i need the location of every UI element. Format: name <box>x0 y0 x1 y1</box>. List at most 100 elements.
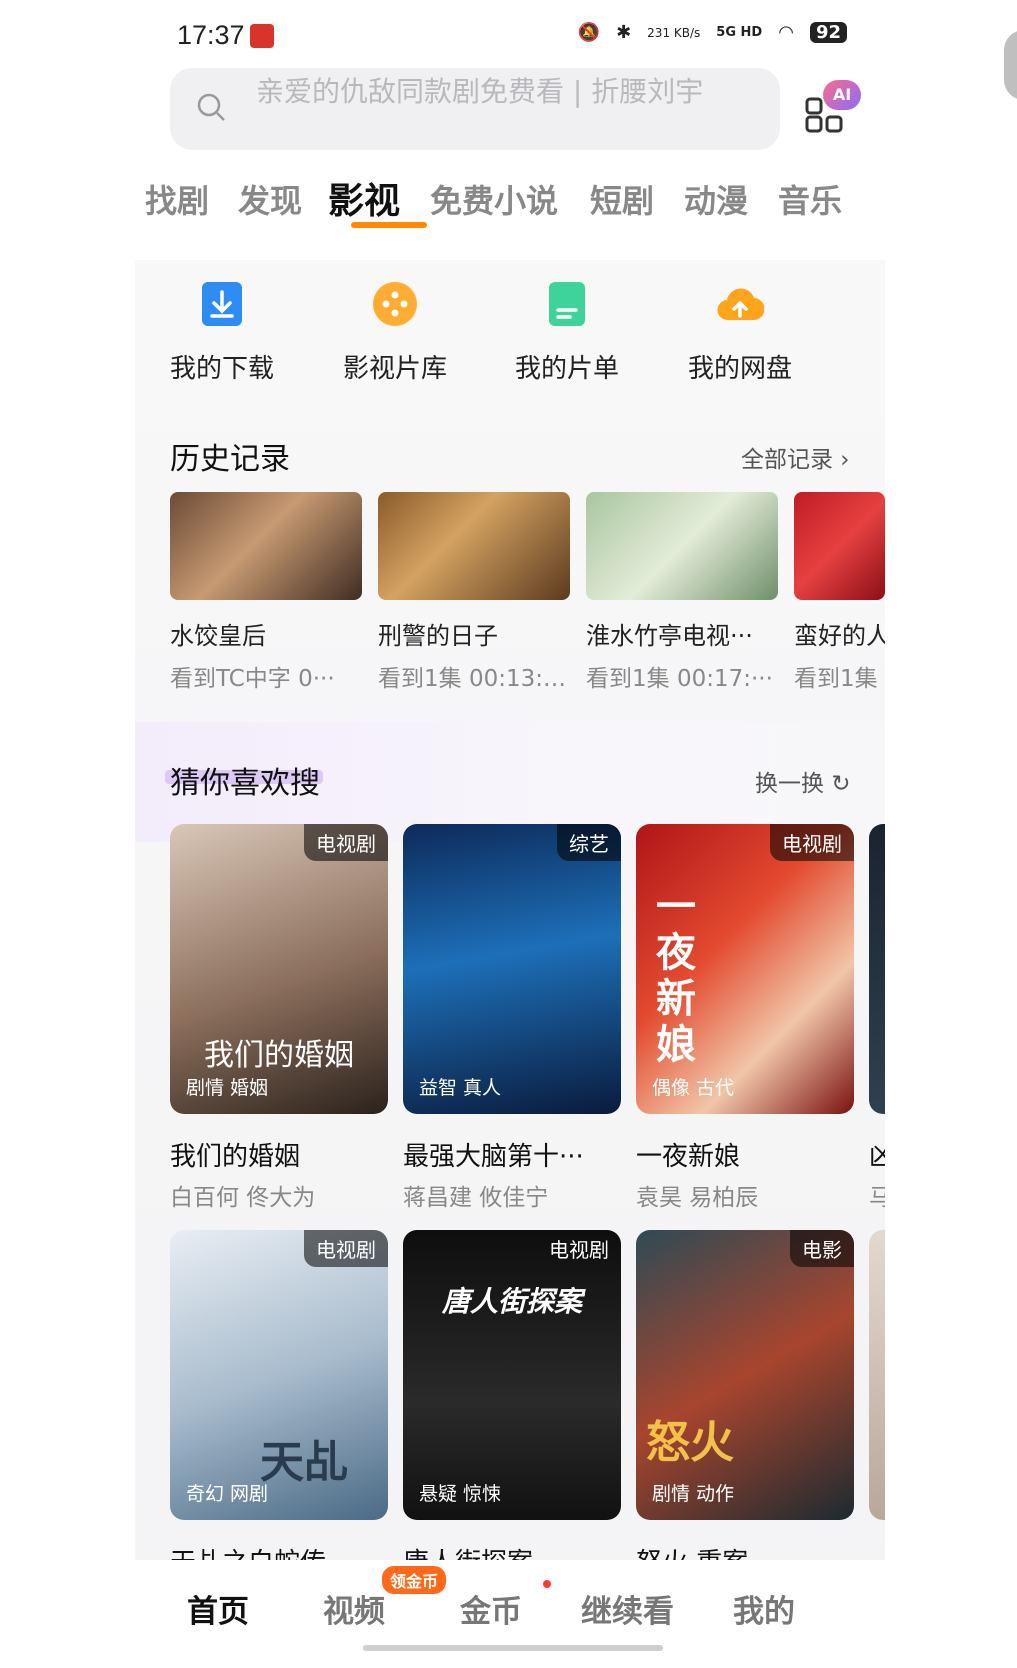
history-item-title: 水饺皇后 <box>170 622 266 650</box>
history-item-title: 蛮好的人 <box>794 622 885 650</box>
history-item-title: 刑警的日子 <box>378 622 498 650</box>
refresh-icon: ↻ <box>824 771 851 797</box>
chevron-right-icon: › <box>833 447 850 473</box>
poster-title-art: 怒火 <box>646 1417 734 1468</box>
nav-profile[interactable]: 我的 <box>733 1586 795 1631</box>
history-thumbnail <box>378 492 570 600</box>
status-time: 17:37 <box>177 20 245 50</box>
floating-edge-button[interactable] <box>1004 30 1017 100</box>
history-item[interactable]: 淮水竹亭电视··· 看到1集 00:17:··· <box>586 492 778 693</box>
refresh-label: 换一换 <box>755 771 824 797</box>
poster-cast: 白百何 佟大为 <box>170 1185 316 1211</box>
poster-card[interactable]: 综艺 益智 真人 <box>403 824 621 1114</box>
tab-music[interactable]: 音乐 <box>778 176 842 222</box>
poster-title-art: 唐人街探案 <box>441 1285 582 1318</box>
playlist-icon <box>549 282 585 326</box>
search-bar[interactable]: 亲爱的仇敌同款剧免费看 | 折腰刘宇 <box>170 68 780 150</box>
refresh-button[interactable]: 换一换 ↻ <box>755 764 851 798</box>
tab-short-drama[interactable]: 短剧 <box>590 176 654 222</box>
content-type-badge: 综艺 <box>557 824 621 861</box>
history-item-progress: 看到1集 00:17:··· <box>586 666 773 692</box>
history-item-progress: 看到1集 00:13:31 <box>378 666 570 692</box>
genre-label: 剧情 动作 <box>652 1483 735 1505</box>
search-placeholder: 亲爱的仇敌同款剧免费看 | 折腰刘宇 <box>256 75 704 108</box>
poster-name: 一夜新娘 <box>636 1142 741 1172</box>
net-speed: 231 KB/s <box>647 25 701 40</box>
poster-name: 我们的婚姻 <box>170 1142 301 1172</box>
poster-card[interactable]: 电影 怒火 剧情 动作 <box>636 1230 854 1520</box>
bottom-nav: 首页 视频 领金币 金币 继续看 我的 <box>135 1560 885 1668</box>
genre-label: 剧情 婚姻 <box>186 1077 269 1099</box>
quick-action-label: 我的网盘 <box>687 354 792 384</box>
quick-action-film-library[interactable]: 影视片库 <box>315 280 475 385</box>
history-thumbnail <box>794 492 885 600</box>
film-library-icon <box>373 282 417 326</box>
wifi-icon: ◠ <box>778 22 794 43</box>
quick-action-playlist[interactable]: 我的片单 <box>487 280 647 385</box>
tab-film-tv[interactable]: 影视 <box>328 172 400 224</box>
content-type-badge: 电视剧 <box>549 1238 609 1262</box>
all-history-link[interactable]: 全部记录 › <box>741 440 850 474</box>
history-thumbnail <box>170 492 362 600</box>
history-item-progress: 看到1集 <box>794 666 878 692</box>
tab-find-drama[interactable]: 找剧 <box>145 176 209 222</box>
poster-title-art: 我们的婚姻 <box>204 1038 354 1073</box>
poster-card[interactable]: 电视剧 我们的婚姻 剧情 婚姻 <box>170 824 388 1114</box>
tab-discover[interactable]: 发现 <box>238 176 302 222</box>
cloud-drive-icon <box>717 288 765 321</box>
search-icon <box>197 93 225 121</box>
home-indicator[interactable] <box>363 1645 663 1651</box>
status-icons: 🔕 ✱ 231 KB/s 5G HD ◠ 92 <box>578 22 847 43</box>
poster-name: 凶 <box>869 1142 885 1172</box>
quick-action-cloud-drive[interactable]: 我的网盘 <box>660 280 820 385</box>
poster-title-art: 一夜新娘 <box>656 883 696 1068</box>
app-screen: 17:37 🔕 ✱ 231 KB/s 5G HD ◠ 92 亲爱的仇敌同款剧免费… <box>135 0 885 1668</box>
history-item[interactable]: 刑警的日子 看到1集 00:13:31 <box>378 492 570 693</box>
poster-card[interactable]: 电视剧 一夜新娘 偶像 古代 <box>636 824 854 1114</box>
quick-action-label: 我的下载 <box>169 354 274 384</box>
genre-label: 益智 真人 <box>419 1077 502 1099</box>
coin-reward-badge[interactable]: 领金币 <box>382 1566 447 1594</box>
content-type-badge: 电视剧 <box>304 1230 388 1267</box>
tab-free-novel[interactable]: 免费小说 <box>430 176 558 222</box>
history-title: 历史记录 <box>170 442 290 477</box>
notification-app-icon <box>250 24 274 48</box>
download-icon <box>202 282 242 326</box>
nav-coins[interactable]: 金币 <box>460 1586 522 1631</box>
poster-card[interactable]: 电视剧 天乩 奇幻 网剧 <box>170 1230 388 1520</box>
poster-card[interactable]: 电视剧 唐人街探案 悬疑 惊悚 <box>403 1230 621 1520</box>
category-tabs: 找剧 发现 影视 免费小说 短剧 动漫 音乐 <box>135 170 885 230</box>
history-item[interactable]: 水饺皇后 看到TC中字 0··· <box>170 492 362 693</box>
tab-anime[interactable]: 动漫 <box>684 176 748 222</box>
nav-video[interactable]: 视频 <box>323 1586 385 1631</box>
poster-cast: 蒋昌建 攸佳宁 <box>403 1185 549 1211</box>
notification-dot <box>543 1580 551 1588</box>
history-item[interactable]: 蛮好的人 看到1集 <box>794 492 885 693</box>
signal-icon: 5G HD <box>716 25 763 40</box>
poster-cast: 袁昊 易柏辰 <box>636 1185 759 1211</box>
nav-continue-watching[interactable]: 继续看 <box>581 1586 674 1631</box>
genre-label: 奇幻 网剧 <box>186 1483 269 1505</box>
poster-cast: 马 <box>869 1185 885 1211</box>
ai-badge[interactable]: AI <box>823 80 861 110</box>
genre-label: 悬疑 惊悚 <box>419 1483 502 1505</box>
genre-label: 偶像 古代 <box>652 1077 735 1099</box>
quick-action-downloads[interactable]: 我的下载 <box>142 280 302 385</box>
poster-card[interactable] <box>869 824 885 1114</box>
content-type-badge: 电影 <box>790 1230 854 1267</box>
content-type-badge: 电视剧 <box>304 824 388 861</box>
status-bar: 17:37 🔕 ✱ 231 KB/s 5G HD ◠ 92 <box>135 14 885 58</box>
content-type-badge: 电视剧 <box>770 824 854 861</box>
history-thumbnail <box>586 492 778 600</box>
active-tab-indicator <box>351 222 427 228</box>
poster-title-art: 天乩 <box>260 1437 348 1488</box>
history-item-progress: 看到TC中字 0··· <box>170 666 335 692</box>
recommend-title: 猜你喜欢搜 <box>170 766 320 801</box>
quick-action-label: 影视片库 <box>342 354 447 384</box>
bluetooth-icon: ✱ <box>616 22 632 43</box>
battery-indicator: 92 <box>809 22 847 43</box>
mute-icon: 🔕 <box>577 22 601 43</box>
poster-card[interactable] <box>869 1230 885 1520</box>
poster-name: 最强大脑第十··· <box>403 1142 584 1172</box>
nav-home[interactable]: 首页 <box>187 1586 249 1631</box>
